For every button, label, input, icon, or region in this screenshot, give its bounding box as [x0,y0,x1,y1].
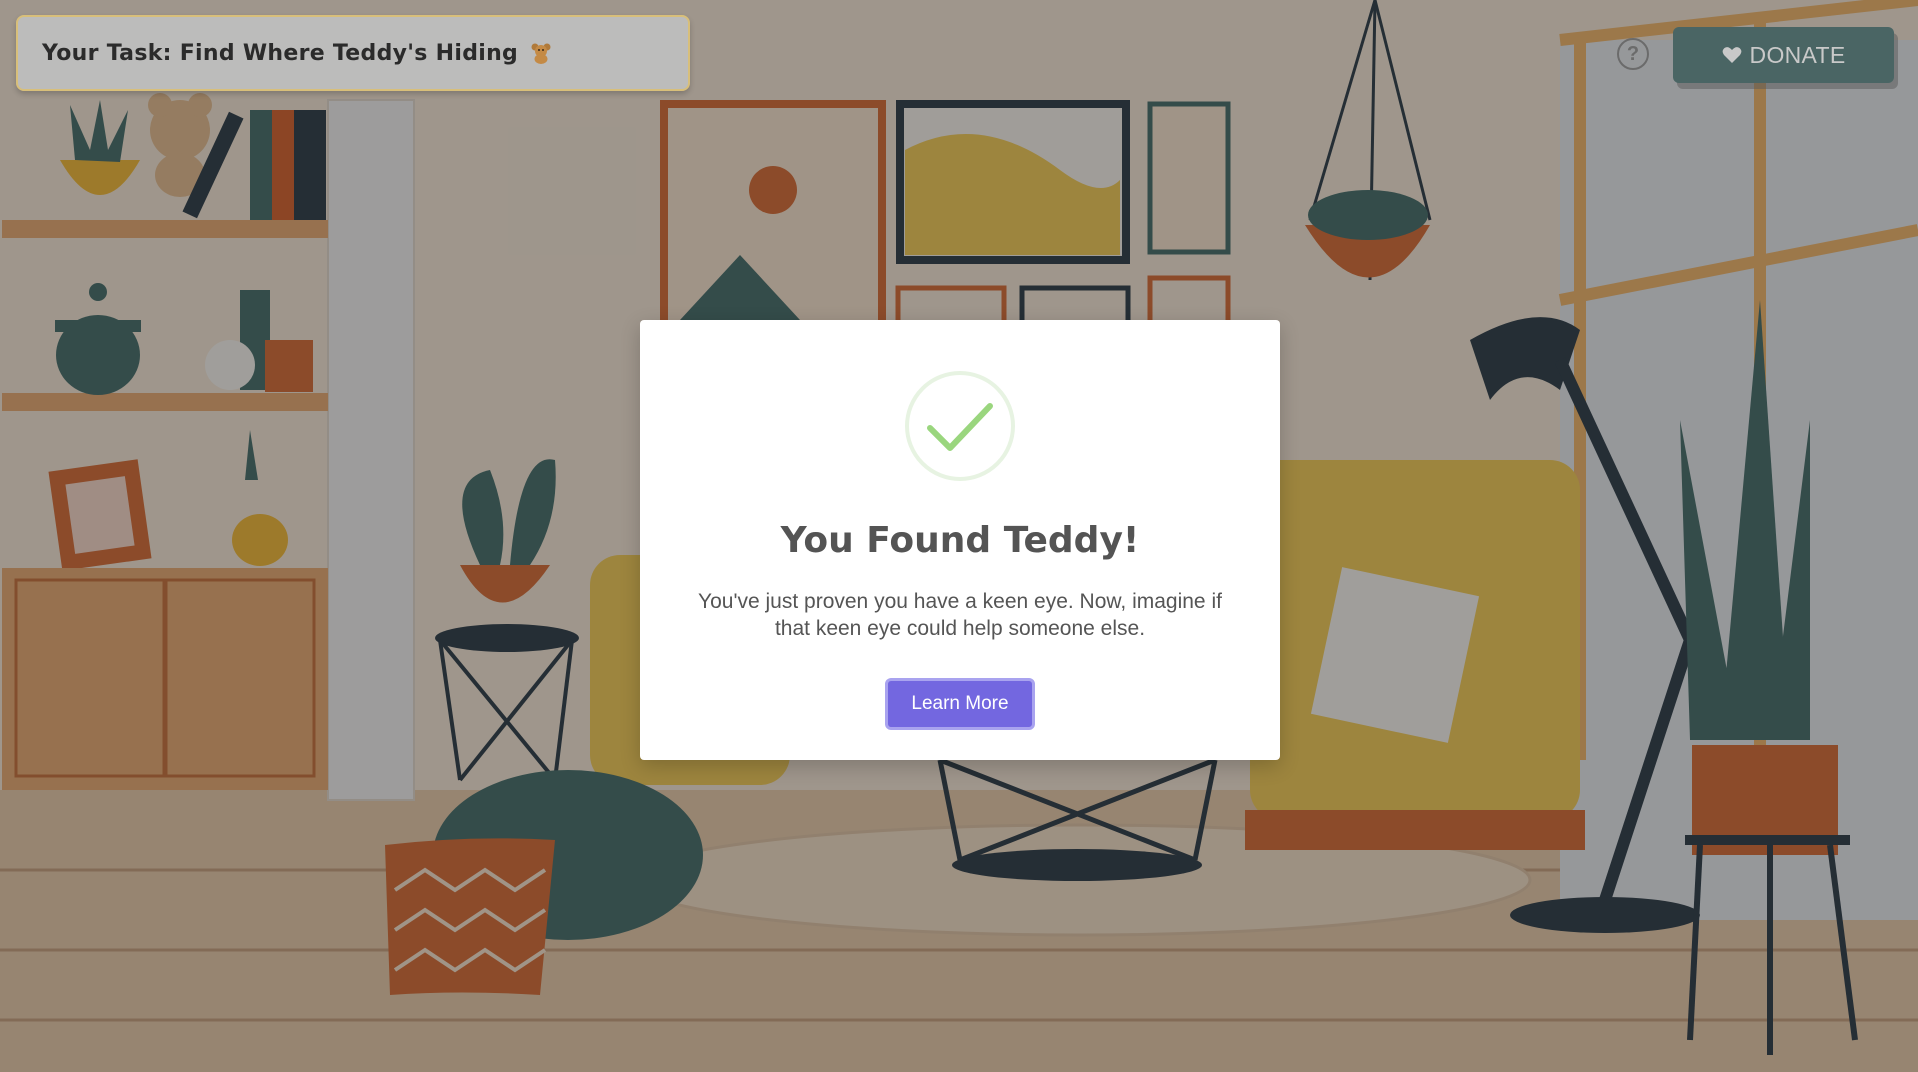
help-glyph: ? [1626,42,1640,65]
modal-message: You've just proven you have a keen eye. … [698,590,1222,640]
photo-frame [48,459,152,571]
donate-label: DONATE [1749,41,1846,68]
cabinet [2,568,328,790]
task-text: Your Task: Find Where Teddy's Hiding [42,40,519,66]
question-icon[interactable]: ? [1617,38,1649,70]
modal-title: You Found Teddy! [780,520,1140,561]
donate-button[interactable]: DONATE [1673,27,1894,83]
checkmark-icon [905,371,1015,481]
armchair [1245,460,1585,850]
success-modal: You Found Teddy! You've just proven you … [640,320,1280,760]
task-banner: Your Task: Find Where Teddy's Hiding [16,15,690,91]
learn-more-button[interactable]: Learn More [885,678,1035,730]
teddy-bear-icon [531,43,551,64]
cushion [385,838,555,995]
heart-icon [1722,47,1741,63]
